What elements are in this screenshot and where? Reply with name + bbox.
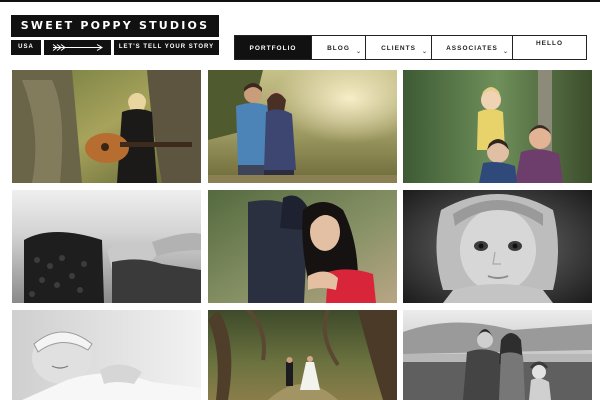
photo-girl-portrait-bw[interactable] bbox=[403, 190, 592, 303]
logo-subrow: USA LET'S TELL YOUR STORY bbox=[11, 40, 219, 55]
logo-country: USA bbox=[11, 40, 41, 55]
photo-woman-guitar-tree[interactable] bbox=[12, 70, 201, 183]
photo-couple-embrace[interactable] bbox=[208, 190, 397, 303]
nav-portfolio[interactable]: PORTFOLIO bbox=[235, 36, 312, 59]
chevron-down-icon: ⌄ bbox=[355, 49, 362, 55]
logo-tagline: LET'S TELL YOUR STORY bbox=[114, 40, 219, 55]
nav-associates-label: ASSOCIATES bbox=[446, 45, 498, 52]
chevron-down-icon: ⌄ bbox=[502, 49, 509, 55]
site-logo[interactable]: SWEET POPPY STUDIOS USA LET'S TELL YOUR … bbox=[11, 15, 219, 55]
nav-blog[interactable]: BLOG ⌄ bbox=[312, 36, 366, 59]
nav-portfolio-label: PORTFOLIO bbox=[249, 45, 297, 52]
photo-couple-field[interactable] bbox=[208, 70, 397, 183]
nav-blog-label: BLOG bbox=[327, 45, 350, 52]
chevron-down-icon: ⌄ bbox=[421, 49, 428, 55]
nav-hello[interactable]: HELLO bbox=[513, 36, 586, 59]
photo-family-child[interactable] bbox=[403, 70, 592, 183]
photo-hands-lace-bw[interactable] bbox=[12, 190, 201, 303]
top-border bbox=[0, 0, 600, 2]
nav-clients[interactable]: CLIENTS ⌄ bbox=[366, 36, 432, 59]
main-nav: PORTFOLIO BLOG ⌄ CLIENTS ⌄ ASSOCIATES ⌄ … bbox=[234, 35, 587, 60]
double-arrow-icon bbox=[44, 40, 111, 55]
nav-clients-label: CLIENTS bbox=[381, 45, 416, 52]
photo-newborn-bw[interactable] bbox=[12, 310, 201, 400]
nav-hello-label: HELLO bbox=[535, 40, 564, 47]
photo-wedding-forest[interactable] bbox=[208, 310, 397, 400]
nav-associates[interactable]: ASSOCIATES ⌄ bbox=[432, 36, 513, 59]
photo-family-bay[interactable] bbox=[403, 310, 592, 400]
logo-title: SWEET POPPY STUDIOS bbox=[11, 15, 219, 37]
